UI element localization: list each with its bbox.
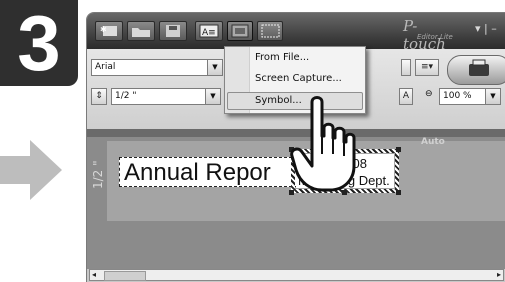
tape-length-icon[interactable]: ⇕ <box>91 88 107 105</box>
image-button[interactable] <box>227 21 253 41</box>
zoom-select[interactable]: 100 % ▼ <box>439 88 501 105</box>
printer-icon <box>469 59 489 76</box>
step-number: 3 <box>17 0 61 87</box>
frame-button[interactable] <box>257 21 283 41</box>
resize-handle[interactable] <box>396 147 401 152</box>
zoom-out-icon[interactable]: ⊖ <box>425 89 433 99</box>
new-label-icon: ✱ <box>100 25 117 36</box>
open-button[interactable] <box>127 21 155 41</box>
title-controls[interactable]: ▾ | – <box>475 22 497 35</box>
chevron-down-icon: ▼ <box>207 60 222 75</box>
resize-handle[interactable] <box>396 190 401 195</box>
svg-text:A≡: A≡ <box>202 28 216 38</box>
ptouch-logo: P-touch Editor Lite <box>403 17 453 53</box>
tape-length-select[interactable]: 1/2 " ▼ <box>111 88 221 105</box>
title-bar: ✱ A≡ P-touch Editor Lite ▾ | – <box>87 13 505 53</box>
save-button[interactable] <box>159 21 187 41</box>
horizontal-scrollbar[interactable]: ◂ ▸ <box>89 269 504 281</box>
save-icon <box>166 25 180 37</box>
image-icon <box>231 24 249 38</box>
step-badge: 3 <box>0 0 78 86</box>
chevron-down-icon: ▼ <box>485 89 500 104</box>
tape-width-indicator: 1/2 " <box>91 160 105 189</box>
right-arrow-icon <box>0 140 62 200</box>
font-select[interactable]: Arial ▼ <box>91 59 223 76</box>
bold-button[interactable] <box>401 59 411 76</box>
align-button[interactable]: ≡▾ <box>415 59 439 76</box>
chevron-down-icon: ▼ <box>205 89 220 104</box>
scroll-thumb[interactable] <box>104 271 146 281</box>
pointing-hand-icon <box>290 96 356 192</box>
print-button[interactable] <box>447 55 505 85</box>
scroll-right-icon[interactable]: ▸ <box>497 270 501 279</box>
scroll-left-icon[interactable]: ◂ <box>92 270 96 279</box>
folder-icon <box>132 28 150 37</box>
text-button[interactable]: A≡ <box>195 21 223 41</box>
new-label-button[interactable]: ✱ <box>95 21 123 41</box>
text-align-button[interactable]: A <box>399 88 413 105</box>
text-icon: A≡ <box>199 24 219 38</box>
text-object-annual-report[interactable]: Annual Repor <box>119 157 297 187</box>
menu-item-from-file[interactable]: From File... <box>255 52 309 63</box>
auto-length-label: Auto <box>421 137 445 147</box>
menu-item-screen-capture[interactable]: Screen Capture... <box>255 73 342 84</box>
frame-icon <box>261 24 280 38</box>
svg-text:✱: ✱ <box>100 25 107 34</box>
